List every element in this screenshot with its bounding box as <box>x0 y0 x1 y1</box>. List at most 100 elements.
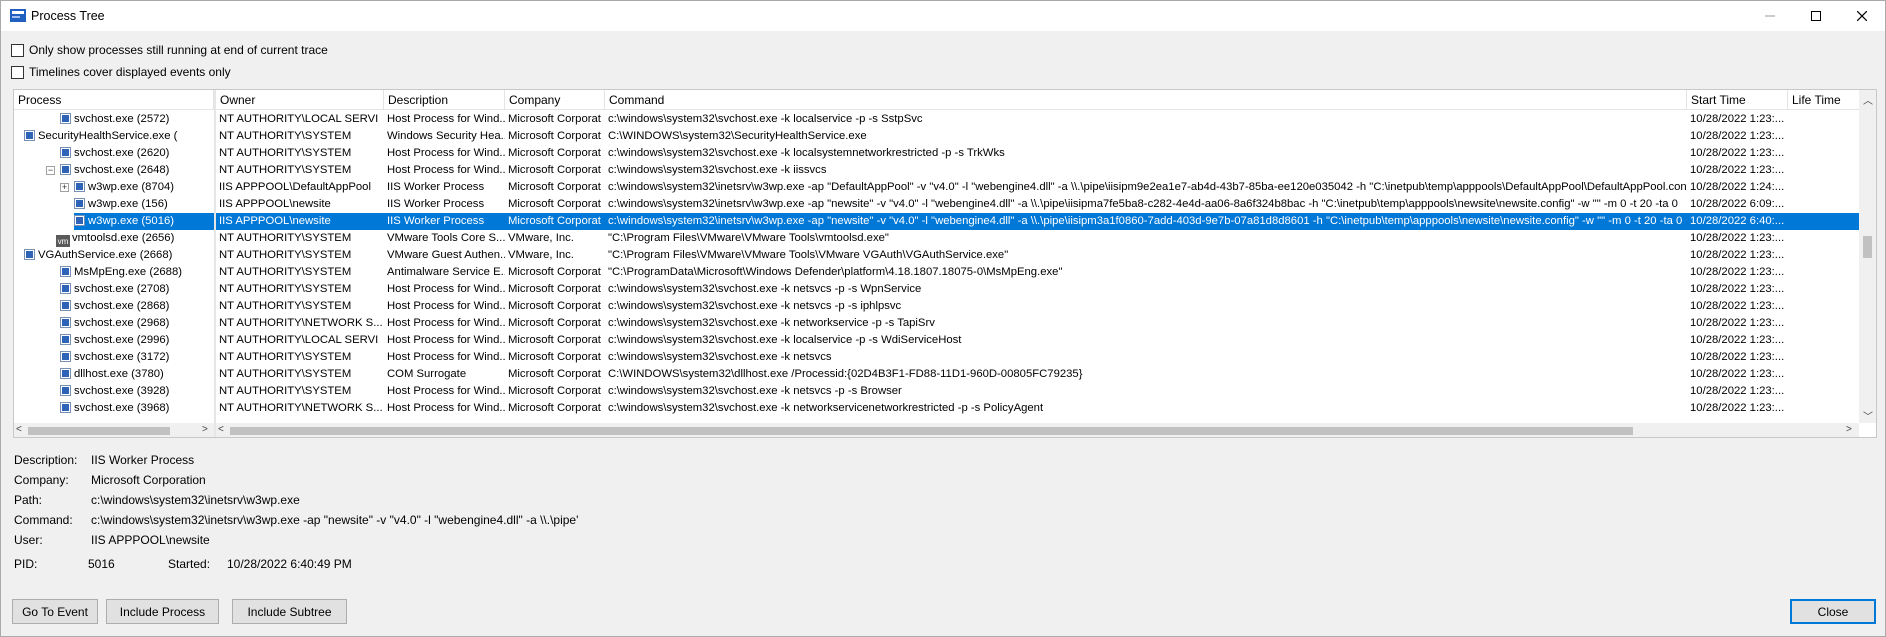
process-cell[interactable]: svchost.exe (2868) <box>60 298 214 315</box>
tree-horizontal-scrollbar[interactable]: < > <box>14 423 214 437</box>
scroll-left-icon[interactable]: < <box>16 424 22 435</box>
details-horizontal-scrollbar[interactable]: < > <box>216 423 1859 437</box>
collapse-icon[interactable]: − <box>46 166 55 175</box>
description-cell: IIS Worker Process <box>387 181 485 193</box>
column-header-owner[interactable]: Owner <box>216 90 384 110</box>
column-header-company[interactable]: Company <box>505 90 605 110</box>
only-running-checkbox[interactable] <box>11 43 24 57</box>
owner-cell: NT AUTHORITY\NETWORK S... <box>219 402 383 414</box>
command-cell: C:\WINDOWS\system32\dllhost.exe /Process… <box>608 368 1083 380</box>
process-tree-row[interactable]: svchost.exe (2996) <box>14 332 214 349</box>
process-tree-row[interactable]: svchost.exe (2572) <box>14 111 214 128</box>
process-detail-row[interactable]: IIS APPPOOL\newsite IIS Worker Process Mic… <box>216 196 1859 213</box>
process-tree-row[interactable]: svchost.exe (3172) <box>14 349 214 366</box>
vertical-scroll-thumb[interactable] <box>1863 236 1872 258</box>
window-close-button[interactable] <box>1839 1 1885 31</box>
process-detail-row[interactable]: IIS APPPOOL\newsite IIS Worker Process Mic… <box>216 213 1859 230</box>
process-cell[interactable]: svchost.exe (2620) <box>60 145 214 162</box>
process-detail-row[interactable]: NT AUTHORITY\SYSTEM Host Process for Wind… <box>216 383 1859 400</box>
minimize-button[interactable] <box>1747 1 1793 31</box>
process-tree-row[interactable]: w3wp.exe (156) <box>14 196 214 213</box>
column-header-start-time[interactable]: Start Time <box>1687 90 1788 110</box>
process-cell[interactable]: w3wp.exe (8704) <box>74 179 214 196</box>
process-tree-row[interactable]: w3wp.exe (5016) <box>14 213 214 230</box>
column-header-description[interactable]: Description <box>384 90 505 110</box>
process-tree-row[interactable]: − svchost.exe (2648) <box>14 162 214 179</box>
process-icon <box>74 198 85 209</box>
start-time-cell: 10/28/2022 1:23:... <box>1690 130 1785 142</box>
process-cell[interactable]: VGAuthService.exe (2668) <box>24 247 214 264</box>
process-cell[interactable]: svchost.exe (3172) <box>60 349 214 366</box>
process-detail-row[interactable]: NT AUTHORITY\SYSTEM Host Process for Wind… <box>216 162 1859 179</box>
close-button[interactable]: Close <box>1790 599 1876 624</box>
process-tree-row[interactable]: svchost.exe (3968) <box>14 400 214 417</box>
only-running-option[interactable]: Only show processes still running at end… <box>11 43 328 57</box>
process-detail-row[interactable]: IIS APPPOOL\DefaultAppPool IIS Worker Pro… <box>216 179 1859 196</box>
details-horizontal-scroll-thumb[interactable] <box>230 427 1633 435</box>
process-detail-row[interactable]: NT AUTHORITY\NETWORK S... Host Process fo… <box>216 315 1859 332</box>
process-cell[interactable]: MsMpEng.exe (2688) <box>60 264 214 281</box>
process-cell[interactable]: svchost.exe (2648) <box>60 162 214 179</box>
process-tree-row[interactable]: + w3wp.exe (8704) <box>14 179 214 196</box>
process-detail-row[interactable]: NT AUTHORITY\SYSTEM Antimalware Service E… <box>216 264 1859 281</box>
include-process-button[interactable]: Include Process <box>106 599 219 624</box>
process-detail-row[interactable]: NT AUTHORITY\SYSTEM Host Process for Wind… <box>216 298 1859 315</box>
go-to-event-button[interactable]: Go To Event <box>12 599 98 624</box>
column-header-command[interactable]: Command <box>605 90 1687 110</box>
process-cell[interactable]: svchost.exe (3968) <box>60 400 214 417</box>
owner-cell: NT AUTHORITY\SYSTEM <box>219 385 352 397</box>
timelines-label: Timelines cover displayed events only <box>29 65 231 79</box>
process-detail-row[interactable]: NT AUTHORITY\SYSTEM Windows Security Hea.… <box>216 128 1859 145</box>
process-cell[interactable]: svchost.exe (2968) <box>60 315 214 332</box>
process-tree-row[interactable]: dllhost.exe (3780) <box>14 366 214 383</box>
process-cell[interactable]: svchost.exe (2708) <box>60 281 214 298</box>
process-cell[interactable]: svchost.exe (2996) <box>60 332 214 349</box>
process-detail-row[interactable]: NT AUTHORITY\SYSTEM Host Process for Wind… <box>216 145 1859 162</box>
scroll-right-icon[interactable]: > <box>202 424 208 435</box>
timelines-option[interactable]: Timelines cover displayed events only <box>11 65 231 79</box>
start-time-cell: 10/28/2022 1:23:... <box>1690 385 1785 397</box>
vertical-scrollbar[interactable]: ︿ ﹀ <box>1859 90 1876 423</box>
process-cell[interactable]: SecurityHealthService.exe ( <box>24 128 214 145</box>
process-cell[interactable]: vm vmtoolsd.exe (2656) <box>56 230 214 247</box>
scroll-down-icon[interactable]: ﹀ <box>1863 408 1873 423</box>
process-cell[interactable]: w3wp.exe (5016) <box>74 213 214 230</box>
column-header-process[interactable]: Process <box>14 90 214 110</box>
command-cell: c:\windows\system32\inetsrv\w3wp.exe -ap… <box>608 181 1687 193</box>
column-header-life-time[interactable]: Life Time <box>1788 90 1859 110</box>
command-cell: c:\windows\system32\svchost.exe -k iissv… <box>608 164 827 176</box>
process-tree-row[interactable]: SecurityHealthService.exe ( <box>14 128 214 145</box>
command-cell: c:\windows\system32\svchost.exe -k netwo… <box>608 317 935 329</box>
start-time-cell: 10/28/2022 1:23:... <box>1690 113 1785 125</box>
process-cell[interactable]: dllhost.exe (3780) <box>60 366 214 383</box>
process-tree-row[interactable]: MsMpEng.exe (2688) <box>14 264 214 281</box>
timelines-checkbox[interactable] <box>11 65 24 79</box>
process-detail-row[interactable]: NT AUTHORITY\SYSTEM VMware Tools Core S..… <box>216 230 1859 247</box>
process-detail-row[interactable]: NT AUTHORITY\LOCAL SERVI Host Process for… <box>216 111 1859 128</box>
scroll-left-icon[interactable]: < <box>218 424 224 435</box>
process-tree-row[interactable]: vm vmtoolsd.exe (2656) <box>14 230 214 247</box>
process-detail-row[interactable]: NT AUTHORITY\NETWORK S... Host Process fo… <box>216 400 1859 417</box>
process-cell[interactable]: svchost.exe (2572) <box>60 111 214 128</box>
maximize-button[interactable] <box>1793 1 1839 31</box>
include-subtree-button[interactable]: Include Subtree <box>232 599 347 624</box>
process-tree-row[interactable]: svchost.exe (3928) <box>14 383 214 400</box>
process-tree-row[interactable]: svchost.exe (2968) <box>14 315 214 332</box>
process-tree-row[interactable]: svchost.exe (2708) <box>14 281 214 298</box>
process-detail-row[interactable]: NT AUTHORITY\LOCAL SERVI Host Process for… <box>216 332 1859 349</box>
process-cell[interactable]: w3wp.exe (156) <box>74 196 214 213</box>
process-detail-row[interactable]: NT AUTHORITY\SYSTEM COM Surrogate Microsof… <box>216 366 1859 383</box>
process-tree-row[interactable]: svchost.exe (2620) <box>14 145 214 162</box>
scroll-up-icon[interactable]: ︿ <box>1863 92 1873 107</box>
process-tree-row[interactable]: VGAuthService.exe (2668) <box>14 247 214 264</box>
process-detail-row[interactable]: NT AUTHORITY\SYSTEM Host Process for Wind… <box>216 349 1859 366</box>
scroll-right-icon[interactable]: > <box>1846 424 1852 435</box>
expand-icon[interactable]: + <box>60 183 69 192</box>
process-tree-row[interactable]: svchost.exe (2868) <box>14 298 214 315</box>
process-detail-row[interactable]: NT AUTHORITY\SYSTEM VMware Guest Authen..… <box>216 247 1859 264</box>
company-cell: Microsoft Corporat <box>508 147 601 159</box>
process-cell[interactable]: svchost.exe (3928) <box>60 383 214 400</box>
process-detail-row[interactable]: NT AUTHORITY\SYSTEM Host Process for Wind… <box>216 281 1859 298</box>
tree-horizontal-scroll-thumb[interactable] <box>28 427 170 435</box>
company-cell: Microsoft Corporat <box>508 300 601 312</box>
